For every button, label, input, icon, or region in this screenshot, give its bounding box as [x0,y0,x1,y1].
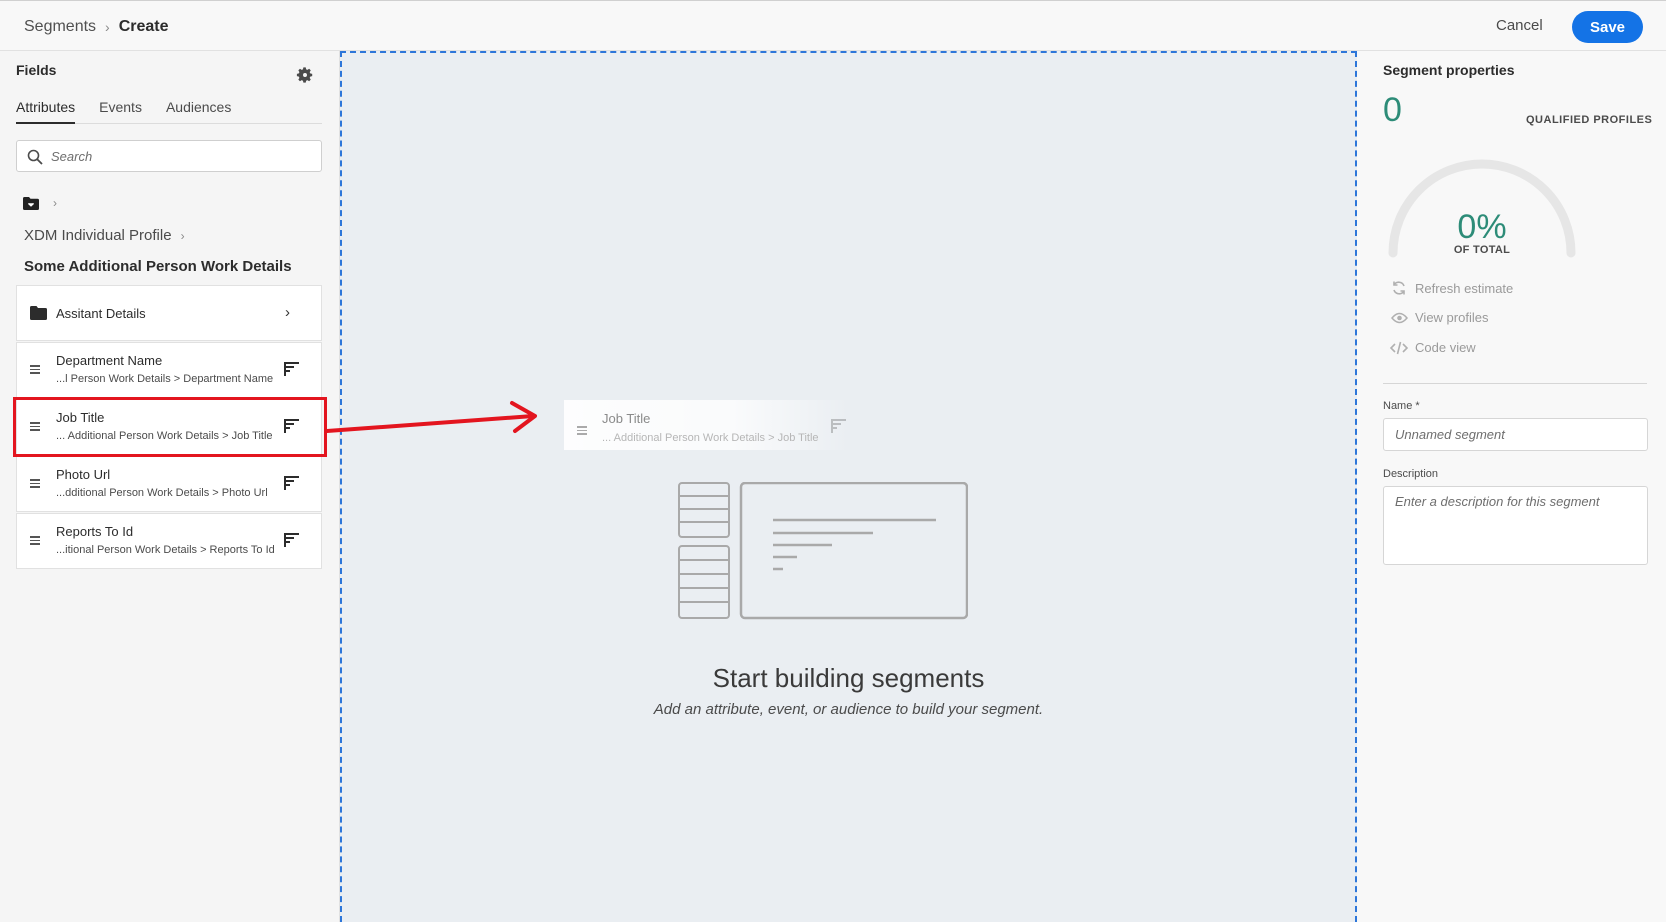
empty-state-title: Start building segments [712,663,985,693]
search-box [16,140,322,172]
save-button[interactable]: Save [1572,11,1643,43]
field-group-title: Some Additional Person Work Details [24,258,292,275]
page-title: Create [118,18,169,35]
drag-handle-icon[interactable] [30,536,40,547]
list-item-label: Department Name [56,353,163,368]
qualified-profiles-count: 0 [1383,91,1402,129]
list-item[interactable]: Reports To Id ...itional Person Work Det… [16,513,322,569]
tab-events[interactable]: Events [99,99,142,124]
search-icon [27,149,43,165]
name-label: Name * [1383,400,1420,412]
top-bar: Segments › Create Cancel Save [0,0,1666,51]
highlight-box [13,397,327,457]
drag-handle-icon[interactable] [30,479,40,490]
drag-preview-label: Job Title [602,411,651,426]
list-item-path: ...l Person Work Details > Department Na… [56,373,274,385]
root-folder-breadcrumb[interactable]: › [23,196,57,210]
qualified-profiles-label: QUALIFIED PROFILES [1526,114,1653,126]
breadcrumb: Segments › Create [24,18,169,36]
refresh-icon [1390,280,1408,296]
field-details-icon [831,419,846,433]
breadcrumb-chevron-icon: › [105,19,110,35]
properties-title: Segment properties [1383,62,1515,78]
tab-attributes[interactable]: Attributes [16,99,76,124]
segment-description-input[interactable] [1383,486,1648,565]
schema-breadcrumb[interactable]: XDM Individual Profile › [24,227,185,244]
chevron-right-icon: › [53,196,57,210]
fields-panel: Fields Attributes Events Audiences › XDM… [0,51,340,922]
view-profiles-button[interactable]: View profiles [1390,310,1488,325]
segment-drop-canvas[interactable]: Job Title ... Additional Person Work Det… [340,51,1357,922]
percent-of-total: 0% [1457,208,1507,246]
list-item[interactable]: Photo Url ...dditional Person Work Detai… [16,456,322,512]
description-label: Description [1383,468,1439,480]
list-item-path: ...dditional Person Work Details > Photo… [56,487,268,499]
gear-icon[interactable] [296,66,314,84]
code-view-label: Code view [1415,340,1476,355]
list-item-label: Photo Url [56,467,111,482]
cancel-button[interactable]: Cancel [1496,17,1543,34]
segment-name-input[interactable] [1383,418,1648,451]
fields-title: Fields [16,62,57,78]
folder-icon [30,306,47,320]
breadcrumb-segments[interactable]: Segments [24,18,96,36]
tab-audiences[interactable]: Audiences [166,99,231,124]
list-item[interactable]: Assitant Details › [16,285,322,341]
code-icon [1390,341,1408,355]
field-details-icon[interactable] [282,360,300,378]
folder-icon [23,196,39,210]
empty-state-illustration [678,482,968,620]
fields-tabs: Attributes Events Audiences [16,99,322,124]
arrow-icon [325,401,537,433]
list-item-path: ...itional Person Work Details > Reports… [56,544,275,556]
view-profiles-label: View profiles [1415,310,1489,325]
drag-preview: Job Title ... Additional Person Work Det… [564,400,849,450]
code-view-button[interactable]: Code view [1390,340,1476,355]
list-item-label: Reports To Id [56,524,134,539]
refresh-estimate-button[interactable]: Refresh estimate [1390,280,1513,296]
list-item-label: Assitant Details [56,306,146,321]
search-input[interactable] [51,146,311,166]
chevron-right-icon: › [180,228,185,243]
refresh-estimate-label: Refresh estimate [1415,280,1514,296]
field-details-icon[interactable] [282,474,300,492]
drag-handle-icon [577,426,587,437]
segment-properties-panel: Segment properties 0 QUALIFIED PROFILES … [1357,51,1666,922]
drag-preview-path: ... Additional Person Work Details > Job… [602,432,819,444]
empty-state-subtitle: Add an attribute, event, or audience to … [653,701,1044,718]
percent-label: OF TOTAL [1453,244,1511,256]
eye-icon [1390,312,1408,324]
divider [1383,383,1647,384]
schema-name: XDM Individual Profile [24,227,172,244]
chevron-right-icon[interactable]: › [285,304,290,321]
field-details-icon[interactable] [282,531,300,549]
list-item[interactable]: Department Name ...l Person Work Details… [16,342,322,398]
drag-handle-icon[interactable] [30,365,40,376]
